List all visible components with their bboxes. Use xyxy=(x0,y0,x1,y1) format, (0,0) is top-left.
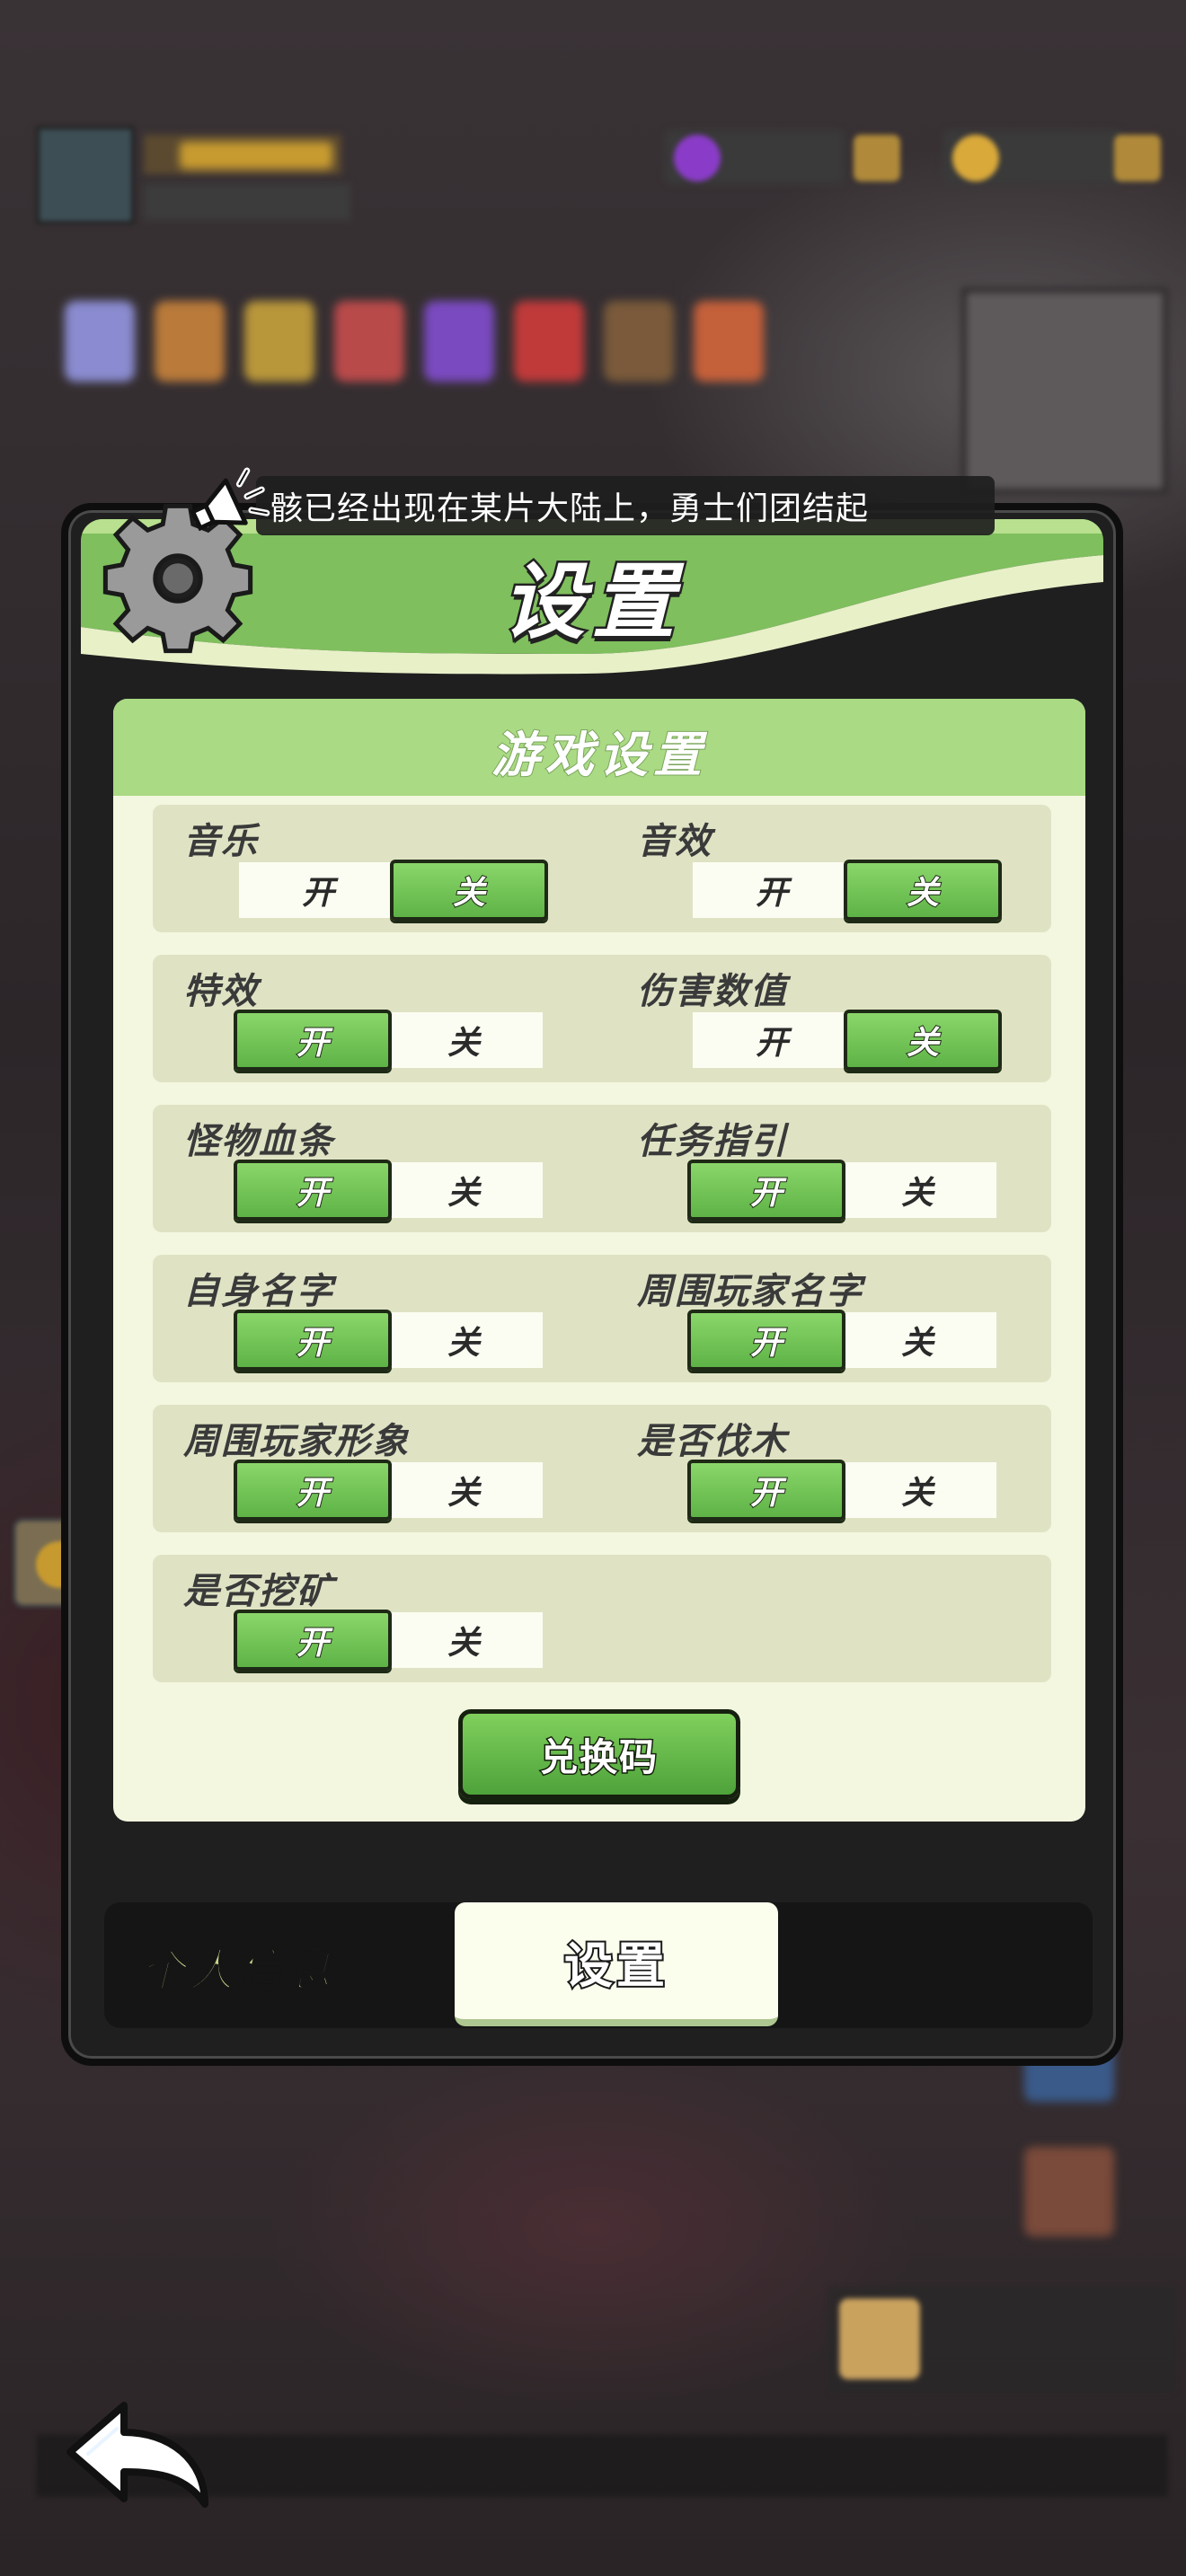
pet-icon xyxy=(604,301,674,382)
toggle-on-option[interactable]: 开 xyxy=(234,1610,392,1671)
setting-label: 音效 xyxy=(637,821,712,862)
setting-item: 自身名字关开 xyxy=(153,1255,602,1382)
character-icon xyxy=(1024,2147,1114,2236)
toggle-off-option[interactable]: 关 xyxy=(838,1162,996,1218)
setting-item: 任务指引关开 xyxy=(606,1105,1056,1232)
setting-label: 周围玩家形象 xyxy=(183,1421,410,1462)
toggle-on-option[interactable]: 开 xyxy=(693,1012,851,1068)
toggle-off-option[interactable]: 关 xyxy=(390,860,548,921)
toggle-on-option[interactable]: 开 xyxy=(239,862,397,918)
setting-label: 是否伐木 xyxy=(637,1421,788,1462)
setting-label: 周围玩家名字 xyxy=(637,1271,863,1312)
setting-toggle: 关开 xyxy=(234,1310,543,1371)
setting-label: 怪物血条 xyxy=(183,1121,334,1162)
redeem-code-button[interactable]: 兑换码 xyxy=(458,1709,740,1799)
player-title-banner xyxy=(180,142,332,169)
setting-toggle: 关开 xyxy=(234,1460,543,1521)
tab-profile[interactable]: 个人信息 xyxy=(139,1935,334,1999)
present-icon xyxy=(424,301,494,382)
setting-item: 是否伐木关开 xyxy=(606,1405,1056,1532)
toggle-on-option[interactable]: 开 xyxy=(687,1310,845,1371)
setting-item: 伤害数值开关 xyxy=(606,955,1056,1082)
announcement-text: 骸已经出现在某片大陆上，勇士们团结起 xyxy=(270,490,870,527)
shop-icon xyxy=(155,301,225,382)
gem-icon xyxy=(674,135,721,181)
setting-item: 怪物血条关开 xyxy=(153,1105,602,1232)
settings-panel: 设置 游戏设置 音乐开关音效开关特效关开伤害数值开关怪物血条关开任务指引关开自身… xyxy=(61,503,1123,2066)
toggle-on-option[interactable]: 开 xyxy=(687,1460,845,1521)
toggle-on-option[interactable]: 开 xyxy=(693,862,851,918)
setting-item: 特效关开 xyxy=(153,955,602,1082)
setting-toggle: 开关 xyxy=(693,860,1002,921)
heart-icon xyxy=(514,301,584,382)
toggle-off-option[interactable]: 关 xyxy=(385,1612,543,1668)
settings-row: 周围玩家形象关开是否伐木关开 xyxy=(153,1405,1051,1532)
setting-label: 任务指引 xyxy=(637,1121,788,1162)
scroll-icon xyxy=(1114,135,1161,181)
bottom-tab-bar: 个人信息 设置 xyxy=(104,1902,1093,2028)
toggle-on-option[interactable]: 开 xyxy=(234,1160,392,1221)
toggle-off-option[interactable]: 关 xyxy=(838,1312,996,1368)
toggle-on-option[interactable]: 开 xyxy=(687,1160,845,1221)
back-arrow-icon[interactable] xyxy=(61,2389,214,2515)
setting-label: 伤害数值 xyxy=(637,971,788,1012)
toggle-off-option[interactable]: 关 xyxy=(385,1012,543,1068)
quest-tracker xyxy=(827,2286,1177,2394)
setting-toggle: 关开 xyxy=(234,1160,543,1221)
settings-row: 特效关开伤害数值开关 xyxy=(153,955,1051,1082)
setting-toggle: 关开 xyxy=(687,1460,996,1521)
setting-item: 音效开关 xyxy=(606,805,1056,932)
setting-label: 音乐 xyxy=(183,821,259,862)
setting-toggle: 关开 xyxy=(234,1610,543,1671)
toggle-on-option[interactable]: 开 xyxy=(234,1010,392,1071)
treasure-icon xyxy=(244,301,314,382)
setting-item: 周围玩家名字关开 xyxy=(606,1255,1056,1382)
setting-item: 是否挖矿关开 xyxy=(153,1555,602,1682)
setting-label: 特效 xyxy=(183,971,259,1012)
section-title: 游戏设置 xyxy=(491,726,707,784)
setting-toggle: 关开 xyxy=(687,1160,996,1221)
toggle-on-option[interactable]: 开 xyxy=(234,1460,392,1521)
toggle-off-option[interactable]: 关 xyxy=(844,860,1002,921)
setting-label: 自身名字 xyxy=(183,1271,334,1312)
toggle-off-option[interactable]: 关 xyxy=(385,1162,543,1218)
toggle-off-option[interactable]: 关 xyxy=(385,1312,543,1368)
toggle-off-option[interactable]: 关 xyxy=(838,1462,996,1518)
setting-item: 音乐开关 xyxy=(153,805,602,932)
megaphone-icon xyxy=(190,467,270,532)
setting-toggle: 关开 xyxy=(687,1310,996,1371)
settings-row: 音乐开关音效开关 xyxy=(153,805,1051,932)
setting-toggle: 关开 xyxy=(234,1010,543,1071)
event-icon xyxy=(65,301,135,382)
setting-toggle: 开关 xyxy=(693,1010,1002,1071)
gift-icon xyxy=(334,301,404,382)
settings-row: 怪物血条关开任务指引关开 xyxy=(153,1105,1051,1232)
setting-label: 是否挖矿 xyxy=(183,1571,334,1612)
minimap xyxy=(961,287,1168,494)
player-avatar xyxy=(36,126,135,225)
settings-row: 是否挖矿关开 xyxy=(153,1555,1051,1682)
tab-settings[interactable]: 设置 xyxy=(455,1902,778,2026)
setting-item: 周围玩家形象关开 xyxy=(153,1405,602,1532)
toggle-off-option[interactable]: 关 xyxy=(844,1010,1002,1071)
reward-icon xyxy=(694,301,764,382)
coin-icon xyxy=(952,135,999,181)
player-level-bar xyxy=(144,184,350,220)
game-settings-section: 游戏设置 音乐开关音效开关特效关开伤害数值开关怪物血条关开任务指引关开自身名字关… xyxy=(113,699,1085,1822)
announcement-marquee: 骸已经出现在某片大陆上，勇士们团结起 xyxy=(256,476,995,535)
settings-row: 自身名字关开周围玩家名字关开 xyxy=(153,1255,1051,1382)
chest-icon xyxy=(854,135,900,181)
setting-toggle: 开关 xyxy=(239,860,548,921)
toggle-off-option[interactable]: 关 xyxy=(385,1462,543,1518)
toggle-on-option[interactable]: 开 xyxy=(234,1310,392,1371)
section-header: 游戏设置 xyxy=(113,699,1085,796)
